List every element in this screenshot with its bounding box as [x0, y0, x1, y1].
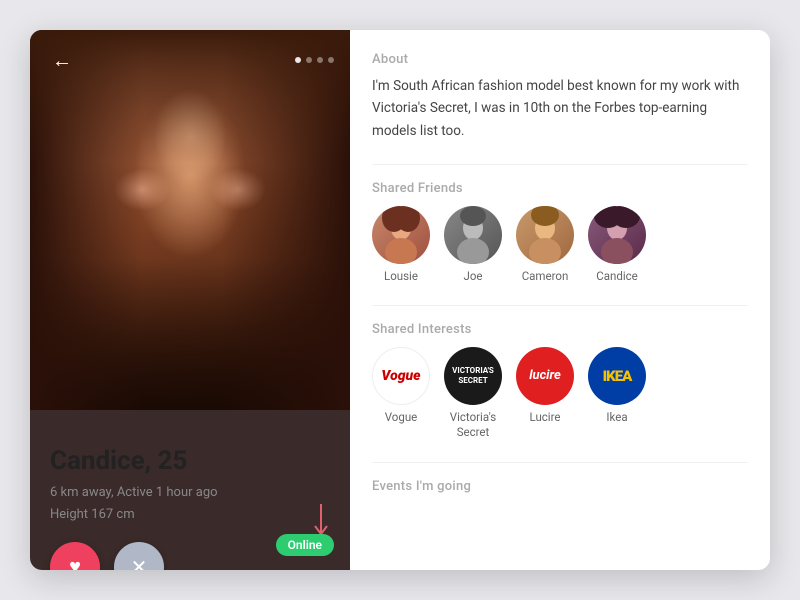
dot-1[interactable] [295, 57, 301, 63]
interest-icon-ikea[interactable]: IKEA [588, 347, 646, 405]
profile-height: Height 167 cm [50, 504, 330, 526]
friend-avatar-joe[interactable] [444, 206, 502, 264]
about-title: About [372, 52, 748, 67]
friends-title: Shared Friends [372, 181, 748, 196]
interest-icon-vogue[interactable]: Vogue [372, 347, 430, 405]
interest-name-ikea: Ikea [606, 410, 627, 425]
dislike-button[interactable]: ✕ [114, 542, 164, 570]
friend-name-joe: Joe [463, 269, 482, 283]
friends-row: Lousie Joe [372, 206, 748, 283]
friend-name-lousie: Lousie [384, 269, 418, 283]
interest-item-lucire: lucire Lucire [516, 347, 574, 440]
events-section: Events I'm going [372, 479, 748, 494]
friend-item-joe: Joe [444, 206, 502, 283]
friend-item-cameron: Cameron [516, 206, 574, 283]
dot-3[interactable] [317, 57, 323, 63]
friend-avatar-lousie[interactable] [372, 206, 430, 264]
interest-name-lucire: Lucire [530, 410, 561, 425]
profile-photo [30, 30, 350, 410]
interest-icon-lucire[interactable]: lucire [516, 347, 574, 405]
hair-overlay [30, 30, 350, 410]
interest-item-vs: VICTORIA'S SECRET Victoria'sSecret [444, 347, 502, 440]
interests-row: Vogue Vogue VICTORIA'S SECRET Victoria's… [372, 347, 748, 440]
divider-1 [372, 164, 748, 165]
dot-2[interactable] [306, 57, 312, 63]
friend-name-cameron: Cameron [522, 269, 569, 283]
divider-2 [372, 305, 748, 306]
back-button[interactable]: ← [46, 44, 78, 76]
friend-avatar-cameron[interactable] [516, 206, 574, 264]
events-title: Events I'm going [372, 479, 748, 494]
interests-section: Shared Interests Vogue Vogue VICTORIA'S … [372, 322, 748, 440]
divider-3 [372, 462, 748, 463]
interests-title: Shared Interests [372, 322, 748, 337]
photo-dots [295, 57, 334, 63]
back-arrow-icon: ← [52, 48, 72, 73]
like-button[interactable]: ♥ [50, 542, 100, 570]
friends-section: Shared Friends Lousie [372, 181, 748, 283]
interest-name-vogue: Vogue [385, 410, 418, 425]
action-buttons: ♥ ✕ [50, 542, 164, 570]
right-panel: About I'm South African fashion model be… [350, 30, 770, 570]
profile-info: Candice, 25 6 km away, Active 1 hour ago… [30, 410, 350, 544]
interest-icon-vs[interactable]: VICTORIA'S SECRET [444, 347, 502, 405]
dot-4[interactable] [328, 57, 334, 63]
friend-item-candice: Candice [588, 206, 646, 283]
friend-name-candice: Candice [596, 269, 638, 283]
top-bar: ← [30, 44, 350, 76]
interest-item-ikea: IKEA Ikea [588, 347, 646, 440]
online-badge: Online [276, 534, 334, 556]
friend-item-lousie: Lousie [372, 206, 430, 283]
interest-name-vs: Victoria'sSecret [450, 410, 496, 440]
about-text: I'm South African fashion model best kno… [372, 75, 748, 142]
interest-item-vogue: Vogue Vogue [372, 347, 430, 440]
app-container: ← Online ♥ ✕ Candice, 25 6 km away, Acti… [30, 30, 770, 570]
profile-distance: 6 km away, Active 1 hour ago [50, 482, 330, 504]
friend-avatar-candice[interactable] [588, 206, 646, 264]
left-panel: ← Online ♥ ✕ Candice, 25 6 km away, Acti… [30, 30, 350, 570]
profile-name: Candice, 25 [50, 446, 330, 476]
